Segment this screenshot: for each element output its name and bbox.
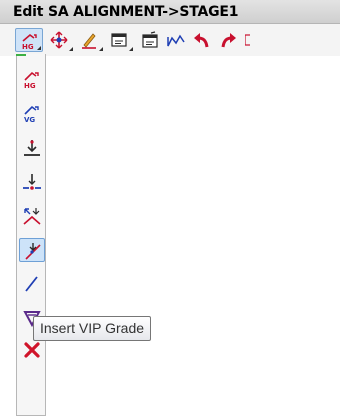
grade-line-icon — [25, 276, 38, 292]
insert-vip-grade-item[interactable] — [19, 238, 45, 262]
tooltip: Insert VIP Grade — [33, 316, 152, 341]
undo-button[interactable] — [188, 28, 216, 52]
delete-pvi-icon — [23, 208, 41, 225]
more-button-partial[interactable] — [244, 28, 250, 52]
vg-icon: VG — [24, 105, 39, 124]
svg-text:HG: HG — [22, 43, 34, 50]
redo-arrow-icon — [221, 33, 236, 48]
flyout-accent-line — [16, 54, 26, 56]
pencil-button[interactable] — [76, 28, 104, 52]
flyout-menu: HG VG — [16, 54, 46, 416]
curve-icon — [167, 34, 185, 47]
redo-button[interactable] — [216, 28, 244, 52]
partial-icon — [245, 34, 250, 46]
add-pvi-icon — [24, 140, 40, 156]
insert-pvi-icon — [23, 174, 41, 190]
delete-item[interactable] — [19, 338, 45, 362]
svg-text:VG: VG — [24, 116, 35, 124]
hg-grade-button[interactable]: HG — [15, 28, 43, 52]
grade-line-item[interactable] — [19, 272, 45, 296]
window-titlebar: Edit SA ALIGNMENT->STAGE1 — [0, 0, 340, 24]
window-button[interactable] — [106, 28, 134, 52]
move-button[interactable] — [46, 28, 74, 52]
curve-button[interactable] — [163, 28, 191, 52]
add-pvi-item[interactable] — [19, 136, 45, 160]
dropdown-indicator — [37, 46, 41, 50]
toolbar: HG — [0, 24, 340, 56]
undo-arrow-icon — [194, 33, 209, 48]
svg-text:HG: HG — [24, 82, 36, 90]
window-title: Edit SA ALIGNMENT->STAGE1 — [13, 4, 239, 20]
dropdown-indicator — [69, 47, 73, 51]
dropdown-indicator — [99, 47, 103, 51]
window-icon — [111, 33, 127, 47]
insert-vip-grade-icon — [25, 243, 41, 260]
insert-pvi-item[interactable] — [19, 170, 45, 194]
hg-icon: HG — [24, 71, 39, 90]
delete-pvi-item[interactable] — [19, 204, 45, 228]
hg-item[interactable]: HG — [19, 68, 45, 92]
vg-item[interactable]: VG — [19, 102, 45, 126]
delete-x-icon — [24, 342, 40, 358]
move-icon — [50, 31, 68, 49]
window-edit-button[interactable] — [137, 28, 165, 52]
window-edit-icon — [142, 31, 158, 48]
dropdown-indicator — [129, 47, 133, 51]
pencil-icon — [82, 33, 96, 49]
